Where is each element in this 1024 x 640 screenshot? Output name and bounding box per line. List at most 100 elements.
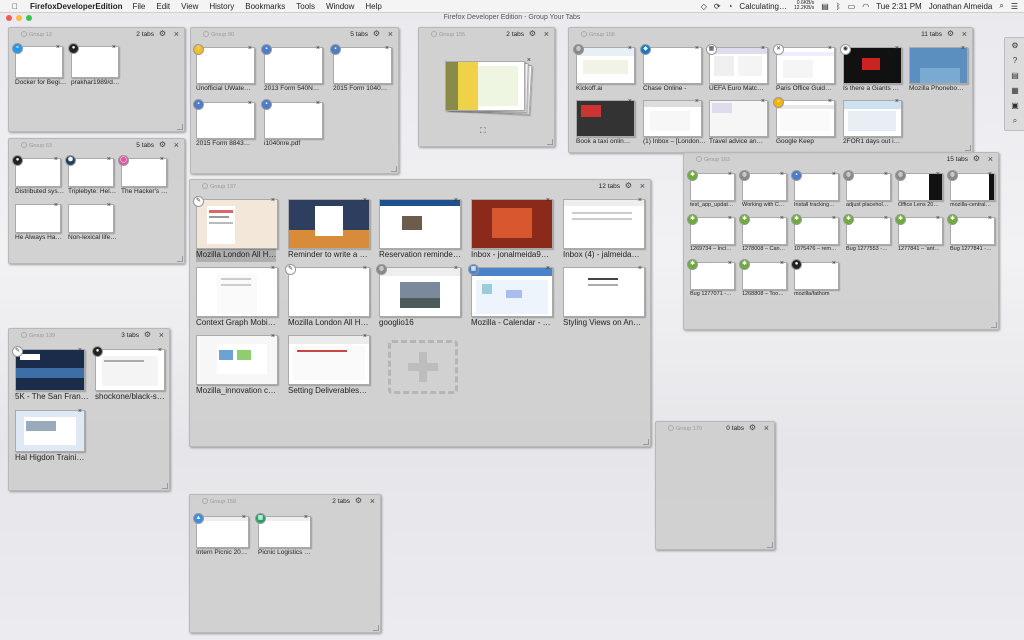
tab-item[interactable]: ✱ × test_app_updat… <box>687 170 735 212</box>
tab-item[interactable]: ! × Unofficial UWate… <box>193 44 255 96</box>
resize-handle[interactable] <box>767 542 773 548</box>
gear-icon[interactable]: ⚙ <box>749 423 756 432</box>
close-tab-icon[interactable]: × <box>304 514 308 521</box>
tab-item[interactable]: ✱ × 1277841 – 'ant… <box>895 214 943 256</box>
tab-item[interactable]: × Context Graph Mobi… <box>196 265 278 330</box>
spotlight-icon[interactable]: ⌕ <box>999 1 1003 11</box>
tab-item[interactable]: ▦ × UEFA Euro Matc… <box>706 44 768 96</box>
menu-edit[interactable]: Edit <box>156 2 170 11</box>
close-tab-icon[interactable]: × <box>454 197 458 204</box>
new-tab-button[interactable] <box>388 340 458 394</box>
tab-item[interactable]: × Travel advice an… <box>709 98 768 149</box>
tab-item[interactable]: ✱ × 1278008 – Can… <box>739 214 787 256</box>
tab-item[interactable]: ◉ × Is there a Giants … <box>840 44 902 96</box>
tab-item[interactable]: ▪ × i1040nre.pdf <box>261 99 323 151</box>
group-name[interactable]: Group 159 <box>202 498 236 505</box>
gear-icon[interactable]: ⚙ <box>159 29 166 38</box>
gear-icon[interactable]: ⚙ <box>373 29 380 38</box>
tab-item[interactable]: ✕ × Paris Office Guid… <box>773 44 835 96</box>
tab-group[interactable]: Group 159 2 tabs ⚙ × ▲ × Intern Picnic 20… ▦ × Pi… <box>189 494 381 633</box>
close-tab-icon[interactable]: × <box>761 45 765 52</box>
gear-icon[interactable]: ⚙ <box>973 154 980 163</box>
close-tab-icon[interactable]: × <box>780 171 784 178</box>
tab-item[interactable]: ▦ × Mozilla - Calendar - … <box>468 264 553 330</box>
close-tab-icon[interactable]: × <box>936 215 940 222</box>
tab-item[interactable]: ◍ × mozilla-central… <box>947 170 995 212</box>
group-name[interactable]: Group 155 <box>431 31 465 38</box>
close-tab-icon[interactable]: × <box>363 265 367 272</box>
close-tab-icon[interactable]: × <box>832 215 836 222</box>
group-name[interactable]: Group 137 <box>202 183 236 190</box>
menu-bookmarks[interactable]: Bookmarks <box>245 2 285 11</box>
groups-icon[interactable]: ▣ <box>1005 98 1024 113</box>
tab-item[interactable]: × 2FOR1 days out i… <box>843 98 902 149</box>
menu-file[interactable]: File <box>132 2 145 11</box>
tab-item[interactable]: × (1) Inbox – [London… <box>643 98 706 149</box>
tab-item[interactable]: × Inbox (4) - jalmeida… <box>563 197 645 262</box>
group-name[interactable]: Group 90 <box>203 31 234 38</box>
close-tab-icon[interactable]: × <box>56 44 60 51</box>
tab-item[interactable]: × Reservation reminde… <box>379 197 461 262</box>
group-name[interactable]: Group 63 <box>21 142 52 149</box>
close-tab-icon[interactable]: × <box>112 44 116 51</box>
close-tab-icon[interactable]: × <box>271 333 275 340</box>
close-tab-icon[interactable]: × <box>628 98 632 105</box>
stacked-tabs[interactable]: × <box>445 57 533 116</box>
group-name[interactable]: Group 170 <box>668 425 702 432</box>
tab-item[interactable]: ▪ × Install tracking… <box>791 170 839 212</box>
close-tab-icon[interactable]: × <box>884 215 888 222</box>
resize-handle[interactable] <box>643 439 649 445</box>
tab-item[interactable]: ≈ × Docker for Begi… <box>12 43 66 90</box>
search-icon[interactable]: ⌕ <box>1005 113 1024 128</box>
resize-handle[interactable] <box>373 625 379 631</box>
close-tab-icon[interactable]: × <box>761 98 765 105</box>
close-tab-icon[interactable]: × <box>385 45 389 52</box>
close-tab-icon[interactable]: × <box>988 171 992 178</box>
tab-group[interactable]: Group 155 2 tabs ⚙ × × ⛶ <box>418 27 555 147</box>
tab-item[interactable]: × Hal Higdon Traini… <box>15 408 85 465</box>
expand-icon[interactable]: ⛶ <box>480 126 486 136</box>
close-icon[interactable]: × <box>174 29 179 39</box>
tab-item[interactable]: ● × shockone/black-s… <box>92 346 165 404</box>
tab-item[interactable]: ✎ × 5K - The San Fran… <box>12 346 89 404</box>
sync-icon[interactable]: ⟳ <box>714 2 721 11</box>
close-icon[interactable]: × <box>640 181 645 191</box>
tab-item[interactable]: ◍ × Working with C… <box>739 170 787 212</box>
resize-handle[interactable] <box>391 166 397 172</box>
close-tab-icon[interactable]: × <box>895 98 899 105</box>
group-name[interactable]: Group 139 <box>21 332 55 339</box>
close-tab-icon[interactable]: × <box>316 100 320 107</box>
resize-handle[interactable] <box>177 124 183 130</box>
tab-group[interactable]: Group 139 3 tabs ⚙ × ✎ × 5K - The San Fran… ● × s… <box>8 328 170 491</box>
help-icon[interactable]: ? <box>1005 53 1024 68</box>
close-tab-icon[interactable]: × <box>936 171 940 178</box>
tab-item[interactable]: × Mozilla Phonebo… <box>909 45 968 96</box>
close-tab-icon[interactable]: × <box>832 260 836 267</box>
apple-icon[interactable]:  <box>12 2 24 11</box>
tab-item[interactable]: ▦ × Picnic Logistics … <box>255 513 311 560</box>
group-name[interactable]: Group 12 <box>21 31 52 38</box>
tab-item[interactable]: ▪ × 2015 Form 8843… <box>193 99 255 151</box>
close-tab-icon[interactable]: × <box>961 45 965 52</box>
tab-item[interactable]: ◍ × Office Lens 20… <box>895 170 943 212</box>
resize-handle[interactable] <box>965 145 971 151</box>
tab-item[interactable]: × Book a taxi onlin… <box>576 98 635 149</box>
tab-item[interactable]: × Styling Views on An… <box>563 265 645 330</box>
tab-item[interactable]: × Reminder to write a … <box>288 197 370 262</box>
tab-item[interactable]: ✎ × Mozilla London All H… <box>285 264 370 330</box>
close-tab-icon[interactable]: × <box>248 45 252 52</box>
close-tab-icon[interactable]: × <box>728 215 732 222</box>
tab-item[interactable]: ✱ × 1269734 – Incl… <box>687 214 735 256</box>
tab-item[interactable]: ◍ × googlio16 <box>376 264 461 330</box>
close-tab-icon[interactable]: × <box>78 408 82 415</box>
close-tab-icon[interactable]: × <box>695 45 699 52</box>
bluetooth-icon[interactable]: ᛒ <box>836 2 841 11</box>
close-tab-icon[interactable]: × <box>54 202 58 209</box>
close-tab-icon[interactable]: × <box>832 171 836 178</box>
tab-item[interactable]: × Mozilla_innovation c… <box>196 333 278 398</box>
close-tab-icon[interactable]: × <box>242 514 246 521</box>
tab-group[interactable]: Group 12 2 tabs ⚙ × ≈ × Docker for Begi… ● × prak… <box>8 27 185 132</box>
close-tab-icon[interactable]: × <box>728 260 732 267</box>
gear-icon[interactable]: ⚙ <box>529 29 536 38</box>
tab-item[interactable]: ✱ × 1268808 – Too… <box>739 259 787 301</box>
